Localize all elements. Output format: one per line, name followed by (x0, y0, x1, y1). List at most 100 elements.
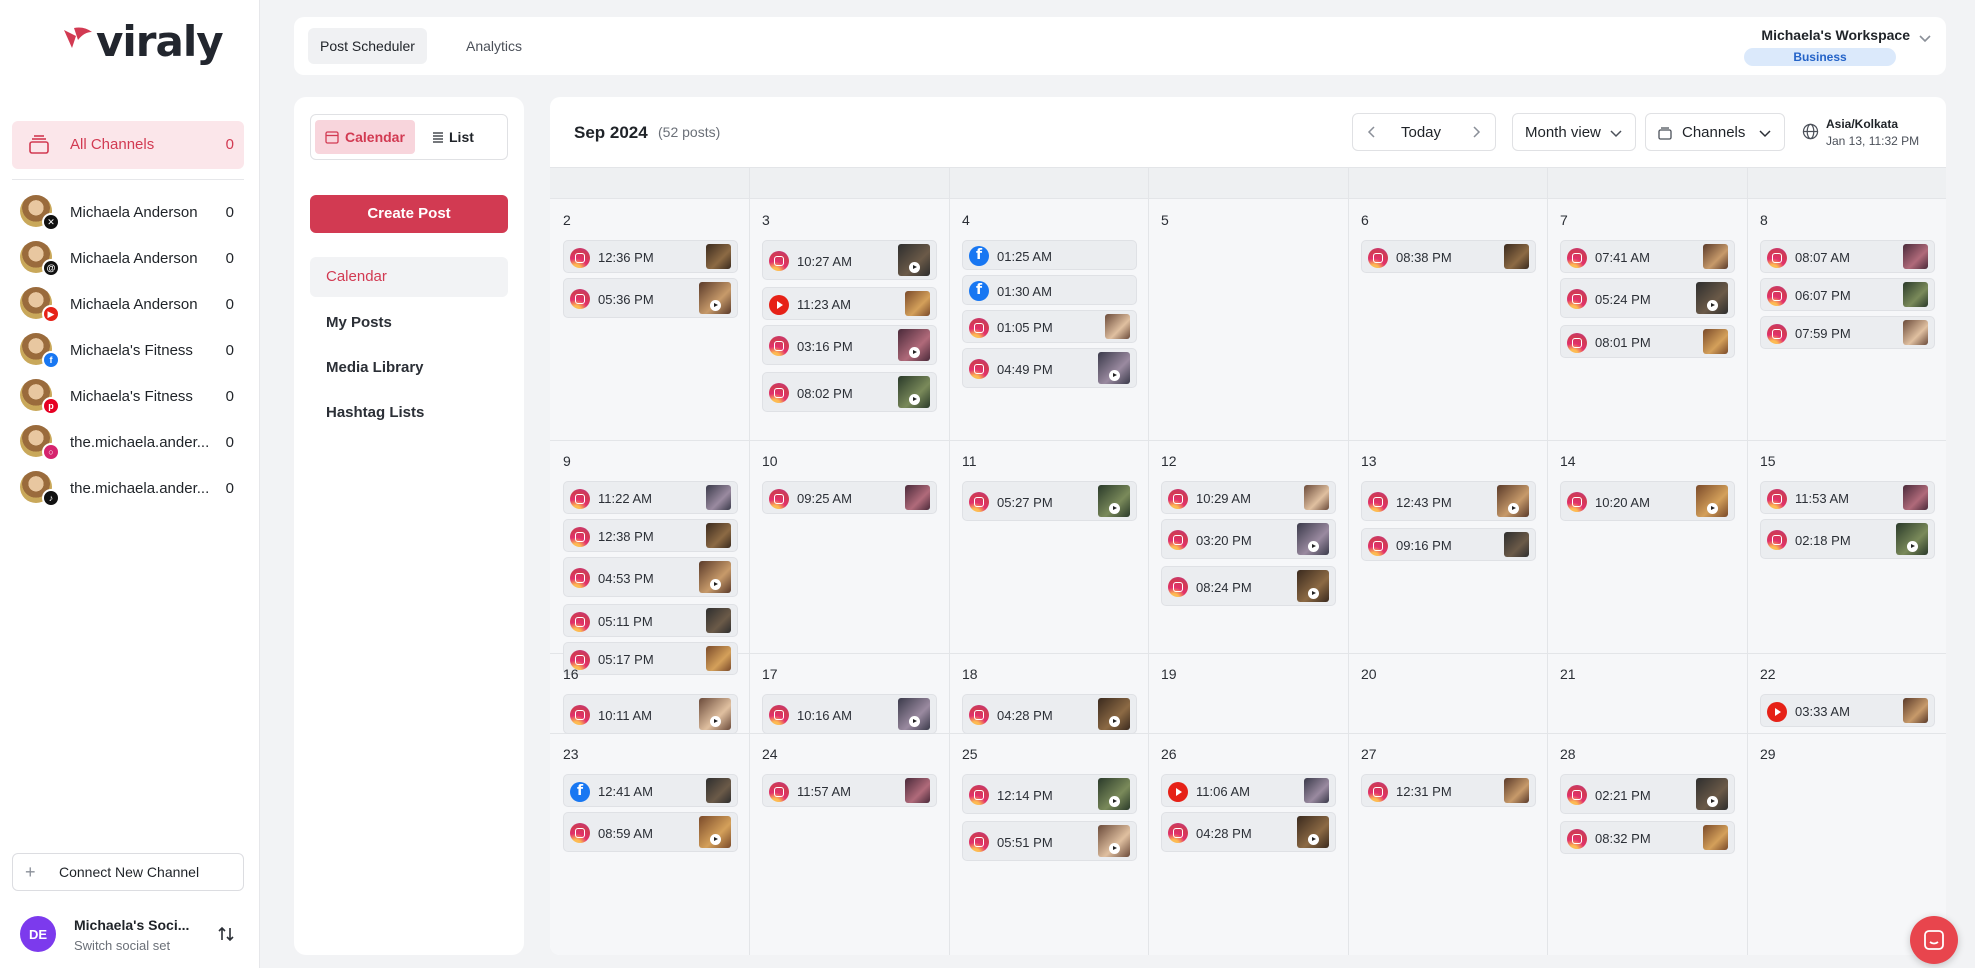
day-cell[interactable]: 26 11:06 AM 04:28 PM (1148, 733, 1347, 955)
day-cell[interactable]: 6 08:38 PM (1348, 199, 1547, 440)
scheduled-post[interactable]: 12:43 PM (1361, 481, 1536, 521)
view-select[interactable]: Month view (1512, 113, 1636, 151)
scheduled-post[interactable]: 04:53 PM (563, 557, 738, 597)
channel-item[interactable]: p Michaela's Fitness 0 (12, 375, 244, 419)
scheduled-post[interactable]: 11:53 AM (1760, 481, 1935, 514)
create-post-button[interactable]: Create Post (310, 195, 508, 233)
day-cell[interactable]: 18 04:28 PM (949, 653, 1148, 734)
scheduled-post[interactable]: 12:31 PM (1361, 774, 1536, 807)
scheduled-post[interactable]: 08:32 PM (1560, 821, 1735, 854)
scheduled-post[interactable]: 08:07 AM (1760, 240, 1935, 273)
scheduled-post[interactable]: 07:59 PM (1760, 316, 1935, 349)
channel-item[interactable]: @ Michaela Anderson 0 (12, 237, 244, 281)
scheduled-post[interactable]: 02:21 PM (1560, 774, 1735, 814)
scheduled-post[interactable]: 03:33 AM (1760, 694, 1935, 727)
timezone-display[interactable]: Asia/Kolkata Jan 13, 11:32 PM (1802, 115, 1932, 151)
day-cell[interactable]: 5 (1148, 199, 1347, 440)
chevron-down-icon[interactable] (1918, 31, 1932, 45)
scheduled-post[interactable]: 01:25 AM (962, 240, 1137, 270)
day-cell[interactable]: 20 (1348, 653, 1547, 733)
scheduled-post[interactable]: 12:36 PM (563, 240, 738, 273)
scheduled-post[interactable]: 05:11 PM (563, 604, 738, 637)
workspace-name[interactable]: Michaela's Workspace (1761, 27, 1910, 43)
scheduled-post[interactable]: 08:59 AM (563, 812, 738, 852)
day-cell[interactable]: 28 02:21 PM 08:32 PM (1547, 733, 1746, 955)
day-cell[interactable]: 25 12:14 PM 05:51 PM (949, 733, 1148, 955)
scheduled-post[interactable]: 12:14 PM (962, 774, 1137, 814)
day-cell[interactable]: 22 03:33 AM (1747, 653, 1946, 733)
channel-item[interactable]: ▶ Michaela Anderson 0 (12, 283, 244, 327)
scheduled-post[interactable]: 01:30 AM (962, 275, 1137, 305)
all-channels-item[interactable]: All Channels 0 (12, 121, 244, 169)
connect-new-channel-button[interactable]: + Connect New Channel (12, 853, 244, 891)
scheduled-post[interactable]: 10:11 AM (563, 694, 738, 734)
tab-analytics[interactable]: Analytics (454, 28, 534, 64)
scheduled-post[interactable]: 10:29 AM (1161, 481, 1336, 514)
day-cell[interactable]: 19 (1148, 653, 1347, 733)
scheduled-post[interactable]: 05:51 PM (962, 821, 1137, 861)
day-cell[interactable]: 24 11:57 AM (749, 733, 948, 955)
scheduled-post[interactable]: 01:05 PM (962, 310, 1137, 343)
scheduled-post[interactable]: 09:25 AM (762, 481, 937, 514)
scheduled-post[interactable]: 05:24 PM (1560, 278, 1735, 318)
day-cell[interactable]: 10 09:25 AM (749, 440, 948, 653)
day-cell[interactable]: 9 11:22 AM 12:38 PM 04:53 PM 05:11 PM 05:17 P… (550, 440, 749, 675)
tab-post-scheduler[interactable]: Post Scheduler (308, 28, 427, 64)
channels-select[interactable]: Channels (1645, 113, 1785, 151)
channel-item[interactable]: ○ the.michaela.ander... 0 (12, 421, 244, 465)
scheduled-post[interactable]: 12:41 AM (563, 774, 738, 807)
scheduled-post[interactable]: 08:01 PM (1560, 325, 1735, 358)
nav-item-media-library[interactable]: Media Library (310, 348, 508, 388)
day-cell[interactable]: 29 (1747, 733, 1946, 955)
day-cell[interactable]: 2 12:36 PM 05:36 PM (550, 199, 749, 440)
nav-item-calendar[interactable]: Calendar (310, 257, 508, 297)
day-cell[interactable]: 12 10:29 AM 03:20 PM 08:24 PM (1148, 440, 1347, 653)
scheduled-post[interactable]: 04:49 PM (962, 348, 1137, 388)
scheduled-post[interactable]: 10:27 AM (762, 240, 937, 280)
day-cell[interactable]: 3 10:27 AM 11:23 AM 03:16 PM 08:02 PM (749, 199, 948, 440)
scheduled-post[interactable]: 11:57 AM (762, 774, 937, 807)
nav-item-hashtag-lists[interactable]: Hashtag Lists (310, 393, 508, 433)
day-cell[interactable]: 8 08:07 AM 06:07 PM 07:59 PM (1747, 199, 1946, 440)
scheduled-post[interactable]: 06:07 PM (1760, 278, 1935, 311)
channel-item[interactable]: f Michaela's Fitness 0 (12, 329, 244, 373)
chevron-right-icon[interactable] (1469, 125, 1483, 139)
social-set-switcher[interactable]: DE Michaela's Soci... Switch social set (12, 900, 244, 960)
chevron-left-icon[interactable] (1365, 125, 1379, 139)
scheduled-post[interactable]: 09:16 PM (1361, 528, 1536, 561)
day-cell[interactable]: 21 (1547, 653, 1746, 733)
day-cell[interactable]: 14 10:20 AM (1547, 440, 1746, 653)
day-cell[interactable]: 17 10:16 AM (749, 653, 948, 734)
swap-icon[interactable] (216, 924, 236, 944)
scheduled-post[interactable]: 08:24 PM (1161, 566, 1336, 606)
list-view-button[interactable]: List (421, 120, 503, 154)
day-cell[interactable]: 13 12:43 PM 09:16 PM (1348, 440, 1547, 653)
day-cell[interactable]: 15 11:53 AM 02:18 PM (1747, 440, 1946, 653)
calendar-view-button[interactable]: Calendar (315, 120, 415, 154)
scheduled-post[interactable]: 12:38 PM (563, 519, 738, 552)
nav-item-my-posts[interactable]: My Posts (310, 303, 508, 343)
scheduled-post[interactable]: 08:38 PM (1361, 240, 1536, 273)
scheduled-post[interactable]: 10:16 AM (762, 694, 937, 734)
scheduled-post[interactable]: 10:20 AM (1560, 481, 1735, 521)
scheduled-post[interactable]: 11:06 AM (1161, 774, 1336, 807)
day-cell[interactable]: 27 12:31 PM (1348, 733, 1547, 955)
scheduled-post[interactable]: 07:41 AM (1560, 240, 1735, 273)
today-button[interactable]: Today (1401, 124, 1441, 141)
scheduled-post[interactable]: 04:28 PM (1161, 812, 1336, 852)
scheduled-post[interactable]: 05:36 PM (563, 278, 738, 318)
scheduled-post[interactable]: 03:16 PM (762, 325, 937, 365)
scheduled-post[interactable]: 11:22 AM (563, 481, 738, 514)
scheduled-post[interactable]: 05:27 PM (962, 481, 1137, 521)
day-cell[interactable]: 7 07:41 AM 05:24 PM 08:01 PM (1547, 199, 1746, 440)
scheduled-post[interactable]: 03:20 PM (1161, 519, 1336, 559)
scheduled-post[interactable]: 08:02 PM (762, 372, 937, 412)
day-cell[interactable]: 23 12:41 AM 08:59 AM (550, 733, 749, 955)
channel-item[interactable]: ✕ Michaela Anderson 0 (12, 191, 244, 235)
scheduled-post[interactable]: 11:23 AM (762, 287, 937, 320)
day-cell[interactable]: 16 10:11 AM (550, 653, 749, 734)
chat-support-button[interactable] (1910, 916, 1958, 964)
day-cell[interactable]: 11 05:27 PM (949, 440, 1148, 653)
viraly-logo[interactable]: viraly (62, 18, 224, 66)
scheduled-post[interactable]: 02:18 PM (1760, 519, 1935, 559)
